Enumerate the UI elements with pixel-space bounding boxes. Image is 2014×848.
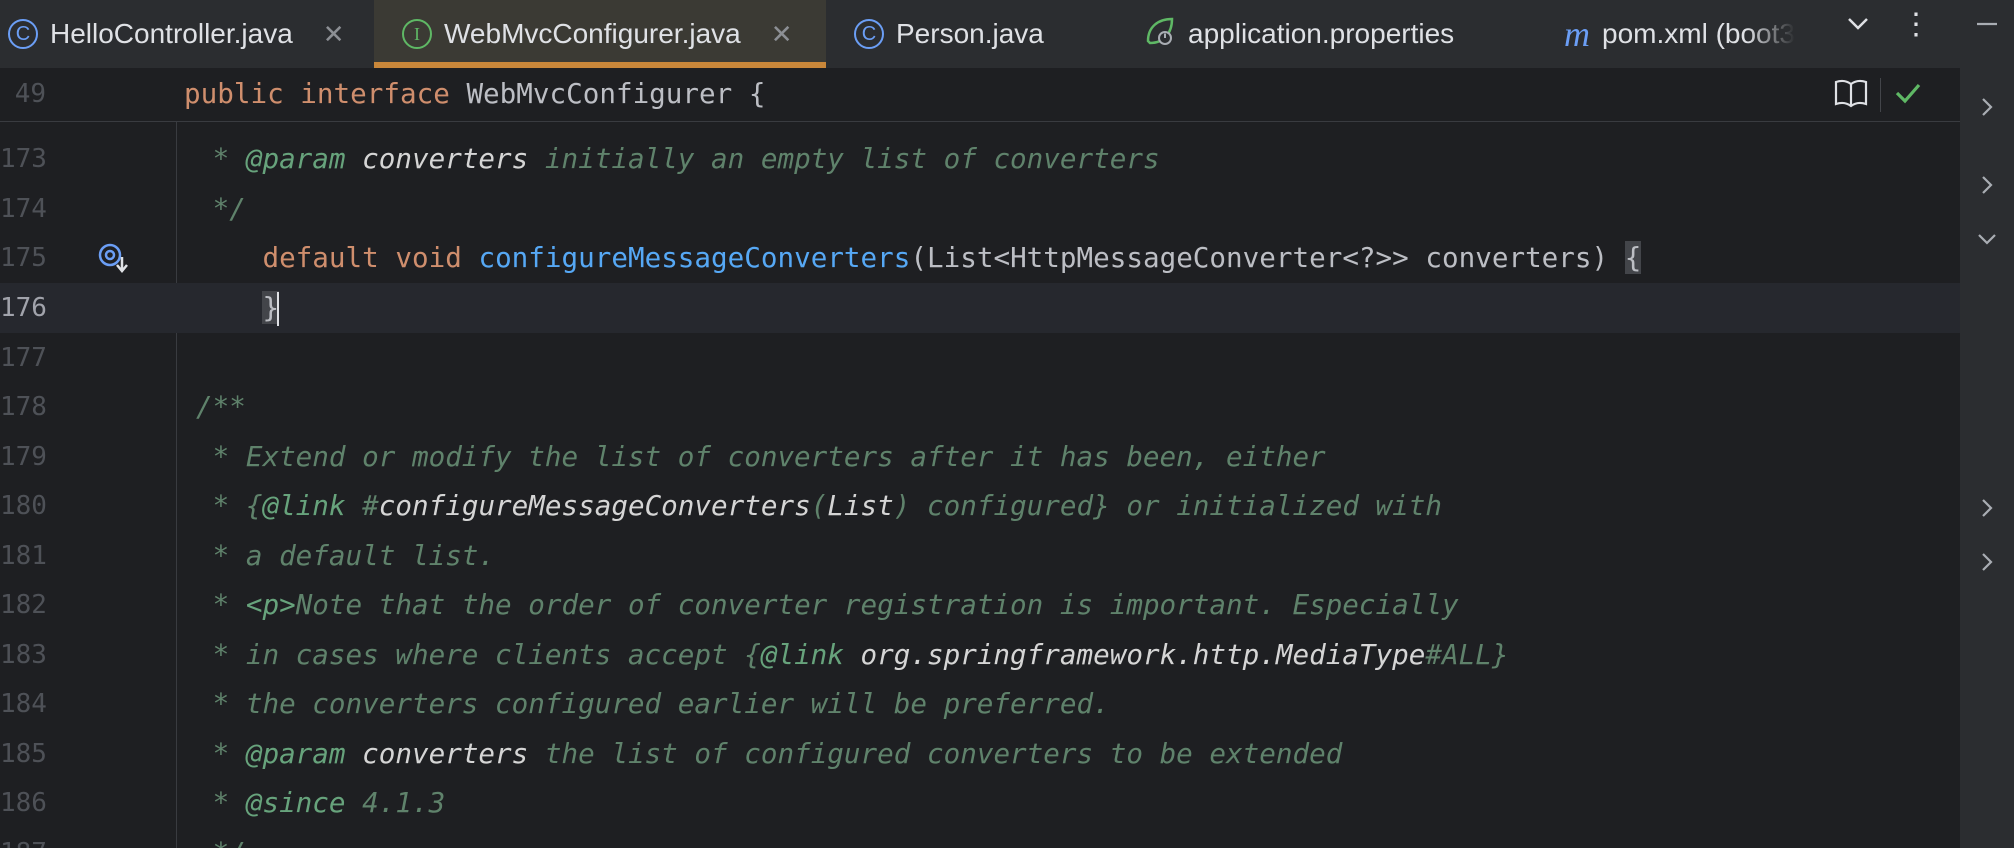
line-text: /** [196, 390, 246, 423]
more-options-button[interactable]: ⋮ [1894, 0, 1938, 48]
code-line-177: 177 [0, 333, 1960, 383]
line-text: * {@link #configureMessageConverters(Lis… [196, 489, 1443, 522]
line-text: * in cases where clients accept {@link o… [196, 638, 1509, 671]
line-number: 175 [0, 243, 47, 273]
code-line-179: 179 * Extend or modify the list of conve… [0, 432, 1960, 482]
maven-icon: m [1564, 14, 1590, 54]
line-text: * Extend or modify the list of converter… [196, 440, 1326, 473]
reader-mode-toolbar [1828, 73, 1928, 117]
tab-label: HelloController.java [50, 18, 293, 49]
tab-pom-xml[interactable]: m pom.xml (boot3 [1564, 0, 1814, 68]
right-tool-strip [1960, 0, 2014, 848]
line-text: } [196, 283, 280, 333]
ide-window: C HelloController.java ✕ I WebMvcConfigu… [0, 0, 2014, 848]
code-line-186: 186 * @since 4.1.3 [0, 778, 1960, 828]
code-line-180: 180 * {@link #configureMessageConverters… [0, 481, 1960, 531]
reader-mode-book-icon[interactable] [1834, 78, 1868, 112]
code-line-183: 183 * in cases where clients accept {@li… [0, 630, 1960, 680]
line-text: * <p>Note that the order of converter re… [196, 588, 1459, 621]
line-number: 185 [0, 739, 47, 769]
chevron-down-icon[interactable] [1960, 228, 2014, 250]
line-text: */ [196, 192, 246, 225]
code-line-178: 178 /** [0, 382, 1960, 432]
close-icon[interactable]: ✕ [771, 19, 793, 50]
chevron-right-icon[interactable] [1960, 551, 2014, 573]
line-number: 183 [0, 640, 47, 670]
tab-webmvc-configurer[interactable]: I WebMvcConfigurer.java ✕ [374, 0, 826, 68]
line-number: 187 [0, 828, 47, 848]
method-name: configureMessageConverters [478, 241, 911, 274]
code-line-181: 181 * a default list. [0, 531, 1960, 581]
tab-label: application.properties [1188, 18, 1455, 49]
code-line-184: 184 * the converters configured earlier … [0, 679, 1960, 729]
line-text: * a default list. [196, 539, 496, 572]
implemented-method-gutter-icon[interactable] [96, 240, 132, 276]
check-icon[interactable] [1894, 80, 1922, 110]
line-text: default void configureMessageConverters(… [262, 241, 1642, 274]
line-number: 178 [0, 392, 47, 422]
class-icon: C [854, 19, 884, 49]
editor-tab-bar: C HelloController.java ✕ I WebMvcConfigu… [0, 0, 1960, 69]
chevron-down-icon [1848, 18, 1868, 30]
line-number: 180 [0, 491, 47, 521]
line-text: * @param converters initially an empty l… [196, 142, 1160, 175]
tab-label: WebMvcConfigurer.java [444, 18, 741, 49]
interface-icon: I [402, 19, 432, 49]
tab-list-dropdown-button[interactable] [1836, 0, 1880, 48]
code-line-182: 182 * <p>Note that the order of converte… [0, 580, 1960, 630]
code-line-174: 174 */ [0, 184, 1960, 234]
more-vertical-icon: ⋮ [1901, 6, 1931, 42]
code-line-187: 187 */ [0, 828, 1960, 848]
sticky-scope-header[interactable]: 49 public interface WebMvcConfigurer { [0, 69, 1960, 122]
line-number: 181 [0, 541, 47, 571]
tab-person[interactable]: C Person.java [854, 0, 1094, 68]
line-number: 182 [0, 590, 47, 620]
code-editor[interactable]: 173 * @param converters initially an emp… [0, 69, 1960, 848]
code-line-173: 173 * @param converters initially an emp… [0, 134, 1960, 184]
tab-application-properties[interactable]: application.properties [1144, 0, 1484, 68]
chevron-right-icon[interactable] [1960, 497, 2014, 519]
line-number: 186 [0, 788, 47, 818]
text-cursor [277, 292, 280, 326]
tab-label: pom.xml (boot3 [1602, 18, 1795, 49]
line-number: 49 [14, 79, 46, 109]
line-text: */ [196, 828, 246, 848]
line-number: 179 [0, 442, 47, 472]
line-text: * the converters configured earlier will… [196, 687, 1110, 720]
line-text: * @param converters the list of configur… [196, 737, 1343, 770]
chevron-right-icon[interactable] [1960, 96, 2014, 118]
separator [1880, 78, 1882, 112]
chevron-right-icon[interactable] [1960, 174, 2014, 196]
spring-properties-icon [1144, 15, 1176, 54]
line-number: 173 [0, 144, 47, 174]
line-text: * @since 4.1.3 [196, 786, 446, 819]
class-icon: C [8, 19, 38, 49]
minimize-icon[interactable] [1960, 10, 2014, 38]
close-icon[interactable]: ✕ [323, 19, 345, 50]
code-line-175: 175 default void configureMessageConvert… [0, 233, 1960, 283]
line-number: 176 [0, 293, 47, 323]
line-number: 174 [0, 194, 47, 224]
line-text: public interface WebMvcConfigurer { [184, 77, 766, 110]
line-number: 177 [0, 343, 47, 373]
code-line-185: 185 * @param converters the list of conf… [0, 729, 1960, 779]
tab-hello-controller[interactable]: C HelloController.java ✕ [8, 0, 378, 68]
code-line-176: 176 } [0, 283, 1960, 333]
matching-brace: { [1624, 241, 1642, 274]
tab-label: Person.java [896, 18, 1044, 49]
line-number: 184 [0, 689, 47, 719]
